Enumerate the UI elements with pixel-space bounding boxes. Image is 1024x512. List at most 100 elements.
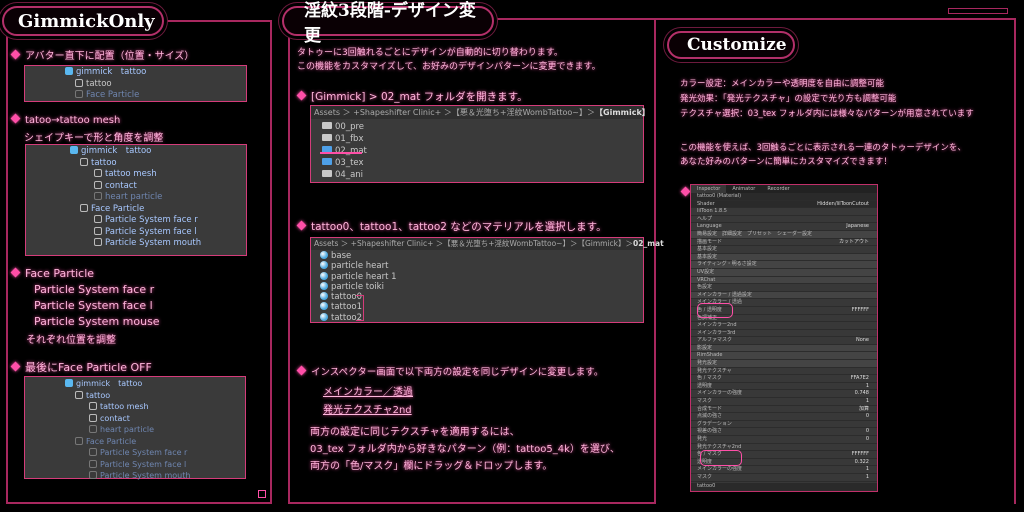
gameobject-icon: [65, 67, 73, 75]
inspector-row[interactable]: 色設定: [691, 284, 877, 292]
inspector-row[interactable]: Shader Hidden/lilToonCutout: [691, 200, 877, 209]
inspector-row[interactable]: ヘルプ: [691, 216, 877, 224]
inspector-row[interactable]: 影設定: [691, 344, 877, 353]
material-name: tattoo0 (Material): [691, 193, 877, 201]
hierarchy-item-label: tattoo mesh: [105, 169, 157, 179]
inspector-row-label: 発光: [697, 436, 708, 442]
gameobject-icon: [89, 459, 97, 468]
custom-line-5: あなた好みのパターンに簡単にカスタマイズできます！: [680, 157, 892, 167]
note-line-2: 03_tex フォルダ内から好きなパターン（例：tattoo5_4k）を選び、: [310, 444, 620, 455]
inspector-row[interactable]: 色 / マスク FFA7E2: [691, 375, 877, 383]
inspector-panel: Inspector Animator Recorder tattoo0 (Mater…: [690, 184, 878, 492]
folder-item[interactable]: 03_tex: [322, 157, 643, 169]
gameobject-icon: [75, 390, 83, 399]
inspector-row-value: Hidden/lilToonCutout: [817, 200, 869, 207]
hierarchy-item[interactable]: tattoo mesh: [65, 401, 245, 413]
hierarchy-item[interactable]: tattoo mesh: [70, 169, 246, 181]
inspector-row-label: マスク: [697, 398, 713, 405]
hierarchy-item[interactable]: heart particle: [70, 192, 246, 204]
gameobject-icon: [65, 379, 73, 387]
inspector-row[interactable]: 発光 0: [691, 436, 877, 444]
inspector-row[interactable]: アルファマスク None: [691, 337, 877, 345]
material-item[interactable]: particle heart 1: [320, 271, 643, 282]
material-item[interactable]: particle heart: [320, 261, 643, 271]
inspector-tab[interactable]: Inspector: [691, 185, 727, 193]
inspector-row[interactable]: メインカラーの強度 0.748: [691, 390, 877, 399]
inspector-row[interactable]: RimShade: [691, 352, 877, 361]
hierarchy-item-label: contact: [105, 180, 137, 191]
hierarchy-item[interactable]: Particle System face r: [70, 215, 246, 227]
inspector-row[interactable]: VRChat: [691, 276, 877, 285]
hierarchy-item-label: Particle System face r: [100, 448, 188, 457]
inspector-row-value: 加算: [858, 405, 869, 412]
inspector-row[interactable]: 描画モード カットアウト: [691, 239, 877, 247]
gimmick-only-title: GimmickOnly: [2, 6, 164, 36]
hierarchy-item[interactable]: Particle System face l: [65, 459, 245, 471]
highlight-box: [697, 303, 733, 318]
inspector-row[interactable]: ライティング・明るさ設定: [691, 261, 877, 269]
material-item[interactable]: base: [320, 251, 643, 261]
hierarchy-item[interactable]: Face Particle: [65, 90, 246, 102]
inspector-row[interactable]: メインカラー2nd: [691, 322, 877, 330]
hierarchy-item[interactable]: gimmick tattoo: [70, 146, 246, 158]
hierarchy-item[interactable]: tattoo: [70, 157, 246, 170]
folder-item[interactable]: 04_ani: [322, 169, 643, 181]
inspector-row[interactable]: マスク 1: [691, 398, 877, 406]
section-title: 淫紋3段階-デザイン変更: [282, 1, 494, 46]
hierarchy-item[interactable]: Particle System face l: [70, 226, 246, 239]
hierarchy-item[interactable]: contact: [70, 180, 246, 193]
gameobject-icon: [94, 180, 102, 189]
inspector-row-value: 0: [865, 428, 869, 435]
folder-item[interactable]: 01_fbx: [322, 133, 643, 145]
material-item[interactable]: particle toiki: [320, 281, 643, 292]
inspector-row[interactable]: メインカラー3rd: [691, 330, 877, 338]
inspector-tab[interactable]: Recorder: [761, 185, 795, 193]
gameobject-icon: [94, 169, 102, 177]
material-label: base: [331, 251, 352, 261]
hierarchy-panel-1: gimmick tattoo tattoo Face Particle: [24, 65, 247, 102]
hierarchy-item[interactable]: Face Particle: [70, 203, 246, 216]
inspector-row-label: 点滅の強さ: [697, 413, 723, 420]
inspector-row-label: グラデーション: [697, 420, 732, 427]
inspector-row-value: FFFFFF: [851, 451, 869, 458]
inspector-row[interactable]: メインカラーの強度 1: [691, 466, 877, 474]
material-item[interactable]: tattoo2: [320, 312, 643, 323]
hierarchy-item[interactable]: Particle System mouth: [70, 238, 246, 250]
hierarchy-item[interactable]: tattoo: [65, 390, 245, 402]
inspector-row[interactable]: マスク 1: [691, 474, 877, 482]
inspector-row[interactable]: 視差の強さ 0: [691, 428, 877, 436]
inspector-row[interactable]: Language Japanese: [691, 223, 877, 231]
hierarchy-item[interactable]: Face Particle: [65, 436, 245, 448]
inspector-row[interactable]: lilToon 1.8.5: [691, 208, 877, 216]
inspector-row[interactable]: 基本設定: [691, 246, 877, 254]
folder-label: 04_ani: [335, 170, 364, 180]
inspector-row[interactable]: 簡易設定 詳細設定 プリセット シェーダー設定: [691, 230, 877, 239]
inspector-row-label: 合成モード: [697, 405, 723, 412]
material-item[interactable]: tattoo0: [320, 292, 643, 302]
inspector-row-label: メインカラーの強度: [697, 390, 743, 397]
hierarchy-item[interactable]: Particle System face r: [65, 447, 245, 459]
gameobject-icon: [89, 413, 97, 422]
folder-item[interactable]: 00_pre: [322, 121, 643, 133]
folder-label: 00_pre: [335, 122, 364, 132]
hierarchy-item-label: gimmick tattoo: [81, 146, 152, 156]
hierarchy-item[interactable]: heart particle: [65, 424, 245, 436]
hierarchy-item-label: tattoo: [86, 78, 112, 89]
note-line-3: 両方の「色/マスク」欄にドラッグ＆ドロップします。: [310, 461, 553, 472]
inspector-row[interactable]: 点滅の強さ 0: [691, 413, 877, 421]
hierarchy-item[interactable]: contact: [65, 413, 245, 425]
project-folder-panel: Assets ＞ +Shapeshifter Clinic+ ＞【悪＆光堕ち+淫…: [310, 105, 650, 183]
inspector-tab[interactable]: Animator: [726, 185, 761, 193]
inspector-row-label: ヘルプ: [697, 215, 713, 222]
hierarchy-item[interactable]: gimmick tattoo: [65, 67, 246, 79]
inspector-row-label: メインカラー3rd: [697, 329, 736, 336]
hierarchy-item-label: gimmick tattoo: [76, 379, 143, 388]
hierarchy-item[interactable]: Particle System mouth: [65, 470, 245, 482]
hierarchy-item[interactable]: tattoo: [65, 78, 246, 91]
hierarchy-item[interactable]: gimmick tattoo: [65, 378, 245, 390]
hierarchy-item-label: tattoo mesh: [100, 402, 149, 411]
inspector-row[interactable]: 発光設定: [691, 360, 877, 368]
folder-item[interactable]: 02_mat: [322, 145, 643, 157]
inspector-row[interactable]: UV設定: [691, 268, 877, 277]
material-item[interactable]: tattoo1: [320, 302, 643, 312]
